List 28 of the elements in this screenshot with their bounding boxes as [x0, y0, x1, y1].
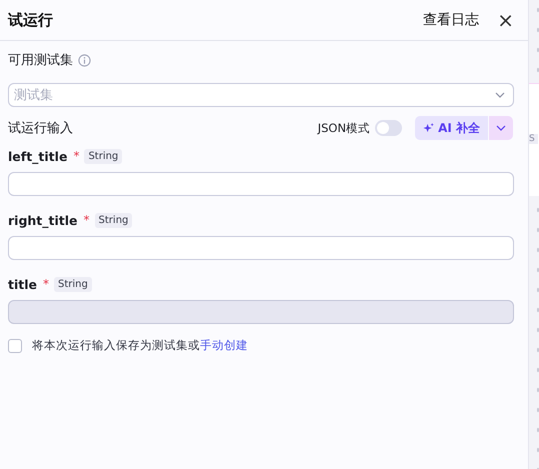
- view-log-link[interactable]: 查看日志: [423, 11, 480, 29]
- required-mark: *: [43, 277, 49, 291]
- input-field[interactable]: [8, 236, 514, 260]
- toggle-label: JSON模式: [318, 120, 370, 136]
- dropdown-button[interactable]: [489, 116, 513, 140]
- save-option-text: 将本次运行输入保存为测试集或手动创建: [32, 338, 248, 353]
- checkbox[interactable]: [8, 338, 22, 352]
- chevron-down-icon: [496, 125, 506, 131]
- section-label: 试运行输入: [8, 120, 73, 137]
- info-icon[interactable]: [78, 54, 91, 66]
- close-button[interactable]: ×: [497, 10, 514, 30]
- node-label: S: [529, 134, 538, 144]
- required-mark: *: [73, 149, 80, 163]
- chevron-down-icon: [495, 92, 505, 98]
- section-label: 可用测试集: [8, 52, 73, 69]
- field-label: left_title: [8, 148, 68, 164]
- sparkle-icon: [423, 122, 434, 134]
- ai-complete-button[interactable]: AI 补全: [415, 116, 488, 140]
- json-mode-toggle[interactable]: [375, 120, 402, 136]
- field-label: title: [8, 276, 37, 292]
- required-mark: *: [84, 213, 90, 227]
- field-label: right_title: [8, 212, 78, 228]
- type-tag: String: [84, 148, 122, 164]
- panel-title: 试运行: [8, 10, 54, 30]
- type-tag: String: [94, 212, 132, 228]
- manual-create-link[interactable]: 手动创建: [200, 338, 248, 352]
- input-field[interactable]: [8, 172, 514, 196]
- type-tag: String: [54, 276, 92, 292]
